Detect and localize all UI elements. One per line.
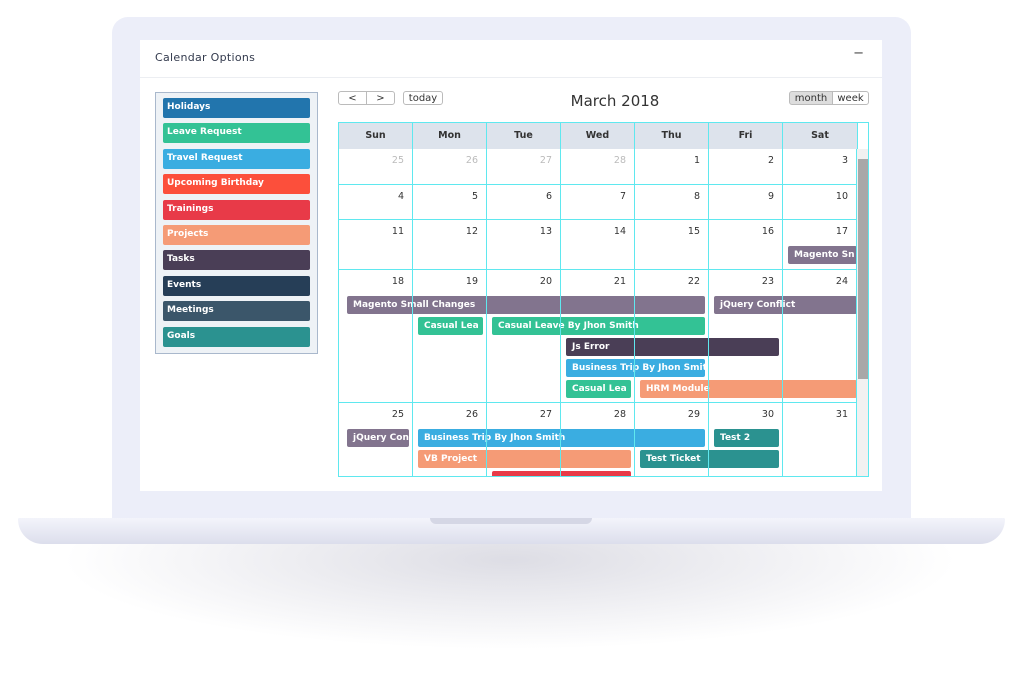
day-cell[interactable]: 10	[783, 185, 857, 220]
day-cell[interactable]: 22	[635, 270, 709, 403]
day-cell[interactable]: 1	[635, 149, 709, 185]
day-cell[interactable]: 24	[783, 270, 857, 403]
day-header: Tue	[487, 123, 561, 149]
legend-item[interactable]: Events	[163, 275, 310, 296]
day-cell[interactable]: 15	[635, 220, 709, 270]
day-cell[interactable]: 13	[487, 220, 561, 270]
day-cell[interactable]: 25	[339, 149, 413, 185]
day-cell[interactable]: 17	[783, 220, 857, 270]
panel-title: Calendar Options	[155, 51, 256, 64]
day-cell[interactable]: 4	[339, 185, 413, 220]
day-cell[interactable]: 20	[487, 270, 561, 403]
day-cell[interactable]: 3	[783, 149, 857, 185]
week-view-button[interactable]: week	[832, 91, 869, 105]
day-cell[interactable]: 19	[413, 270, 487, 403]
laptop-notch	[430, 518, 592, 524]
legend-item[interactable]: Trainings	[163, 199, 310, 220]
day-cell[interactable]: 7	[561, 185, 635, 220]
day-header: Wed	[561, 123, 635, 149]
day-cell[interactable]: 21	[561, 270, 635, 403]
event-type-legend: Holidays Leave Request Travel Request Upcom…	[155, 92, 318, 354]
day-cell[interactable]: 9	[709, 185, 783, 220]
collapse-icon[interactable]: −	[853, 46, 864, 61]
day-cell[interactable]: 28	[561, 149, 635, 185]
day-header: Sat	[783, 123, 858, 149]
day-cell[interactable]: 25	[339, 403, 413, 476]
day-cell[interactable]: 8	[635, 185, 709, 220]
day-cell[interactable]: 11	[339, 220, 413, 270]
panel-header: Calendar Options −	[140, 40, 882, 78]
legend-item[interactable]: Meetings	[163, 301, 310, 322]
day-cell[interactable]: 5	[413, 185, 487, 220]
prev-button[interactable]: <	[338, 91, 367, 105]
scrollbar[interactable]	[857, 149, 868, 476]
day-cell[interactable]: 12	[413, 220, 487, 270]
day-cell[interactable]: 6	[487, 185, 561, 220]
legend-item[interactable]: Leave Request	[163, 123, 310, 144]
day-cell[interactable]: 26	[413, 403, 487, 476]
day-cell[interactable]: 2	[709, 149, 783, 185]
legend-item[interactable]: Projects	[163, 224, 310, 245]
day-cell[interactable]: 18	[339, 270, 413, 403]
day-cell[interactable]: 27	[487, 403, 561, 476]
day-cell[interactable]: 29	[635, 403, 709, 476]
day-cell[interactable]: 27	[487, 149, 561, 185]
day-cell[interactable]: 26	[413, 149, 487, 185]
day-header: Mon	[413, 123, 487, 149]
day-cell[interactable]: 30	[709, 403, 783, 476]
legend-item[interactable]: Holidays	[163, 98, 310, 118]
screen: Calendar Options − Holidays Leave Request…	[140, 40, 882, 491]
day-header: Thu	[635, 123, 709, 149]
day-cell[interactable]: 14	[561, 220, 635, 270]
today-button[interactable]: today	[403, 91, 443, 105]
calendar-title: March 2018	[570, 92, 660, 110]
next-button[interactable]: >	[366, 91, 395, 105]
legend-item[interactable]: Tasks	[163, 250, 310, 271]
scrollbar-thumb[interactable]	[858, 159, 868, 379]
legend-item[interactable]: Travel Request	[163, 148, 310, 169]
day-cell[interactable]: 23	[709, 270, 783, 403]
month-view-button[interactable]: month	[789, 91, 833, 105]
day-cell[interactable]: 28	[561, 403, 635, 476]
day-header: Fri	[709, 123, 783, 149]
legend-item[interactable]: Goals	[163, 326, 310, 347]
day-cell[interactable]: 16	[709, 220, 783, 270]
legend-item[interactable]: Upcoming Birthday	[163, 174, 310, 195]
day-cell[interactable]: 31	[783, 403, 857, 476]
day-header: Sun	[339, 123, 413, 149]
month-grid: Magento Sn Magento Small Changes jQuery Co…	[338, 122, 869, 477]
